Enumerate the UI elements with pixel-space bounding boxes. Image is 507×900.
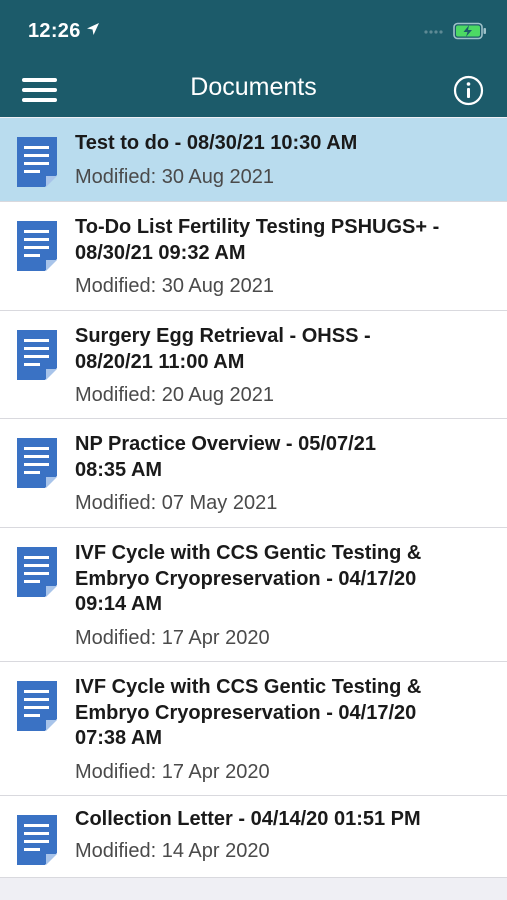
document-icon (17, 815, 57, 865)
document-icon (17, 547, 57, 597)
document-row[interactable]: To-Do List Fertility Testing PSHUGS+ - 0… (0, 202, 507, 311)
signal-dots-icon (424, 30, 443, 34)
document-row[interactable]: NP Practice Overview - 05/07/21 08:35 AM… (0, 419, 507, 528)
document-icon (17, 681, 57, 731)
info-button[interactable] (453, 75, 484, 106)
page-title: Documents (190, 73, 317, 101)
location-arrow-icon (87, 23, 99, 35)
document-modified-date: Modified: 30 Aug 2021 (75, 165, 275, 188)
document-modified-date: Modified: 17 Apr 2020 (75, 760, 270, 783)
document-row[interactable]: IVF Cycle with CCS Gentic Testing & Embr… (0, 662, 507, 796)
document-row[interactable]: Collection Letter - 04/14/20 01:51 PM Mo… (0, 796, 507, 878)
document-icon (17, 221, 57, 271)
document-row[interactable]: IVF Cycle with CCS Gentic Testing & Embr… (0, 528, 507, 662)
document-title: To-Do List Fertility Testing PSHUGS+ - 0… (75, 216, 440, 264)
documents-list: Test to do - 08/30/21 10:30 AM Modified:… (0, 118, 507, 878)
document-title: IVF Cycle with CCS Gentic Testing & Embr… (75, 676, 422, 749)
document-icon (17, 438, 57, 488)
document-title: Test to do - 08/30/21 10:30 AM (75, 132, 358, 154)
document-icon (17, 137, 57, 187)
status-bar: 12:26 (0, 0, 507, 62)
navigation-bar: Documents (0, 62, 507, 117)
document-title: Collection Letter - 04/14/20 01:51 PM (75, 808, 421, 830)
document-modified-date: Modified: 14 Apr 2020 (75, 839, 270, 862)
document-row[interactable]: Test to do - 08/30/21 10:30 AM Modified:… (0, 118, 507, 202)
document-title: Surgery Egg Retrieval - OHSS - 08/20/21 … (75, 325, 371, 373)
document-modified-date: Modified: 17 Apr 2020 (75, 626, 270, 649)
document-icon (17, 330, 57, 380)
document-modified-date: Modified: 20 Aug 2021 (75, 384, 275, 406)
status-time: 12:26 (28, 20, 81, 42)
document-title: IVF Cycle with CCS Gentic Testing & Embr… (75, 542, 422, 615)
document-modified-date: Modified: 07 May 2021 (75, 492, 278, 514)
battery-charging-icon (453, 22, 486, 40)
document-row[interactable]: Surgery Egg Retrieval - OHSS - 08/20/21 … (0, 311, 507, 419)
info-icon (453, 75, 484, 106)
document-title: NP Practice Overview - 05/07/21 08:35 AM (75, 433, 376, 481)
document-modified-date: Modified: 30 Aug 2021 (75, 275, 275, 297)
